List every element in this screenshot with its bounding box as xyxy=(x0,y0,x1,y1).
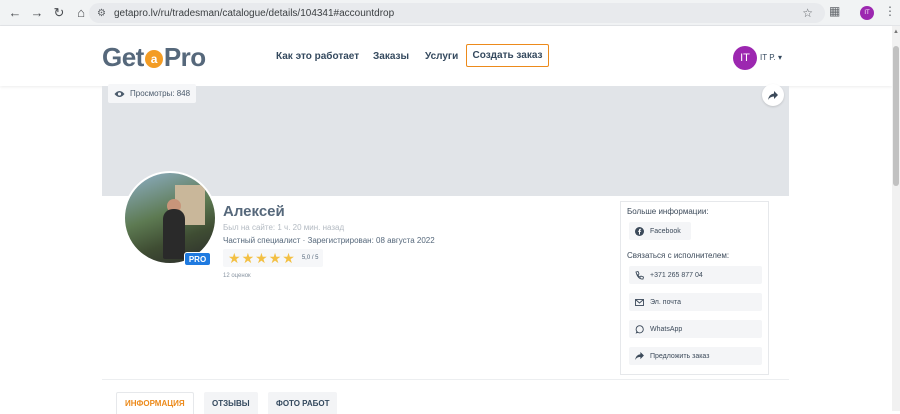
contact-heading: Связаться с исполнителем: xyxy=(627,251,730,260)
pro-badge: PRO xyxy=(184,252,211,266)
facebook-icon xyxy=(635,226,644,236)
scrollbar-thumb[interactable] xyxy=(893,46,899,186)
photo-person xyxy=(163,209,185,259)
back-icon[interactable]: ← xyxy=(4,2,26,24)
star-icon: ★ xyxy=(268,250,282,266)
logo-text-right: Pro xyxy=(163,42,206,72)
site-logo[interactable]: Get a Pro xyxy=(102,42,206,73)
nav-orders[interactable]: Заказы xyxy=(373,51,409,62)
forward-icon[interactable]: → xyxy=(26,2,48,24)
email-button[interactable]: Эл. почта xyxy=(629,293,762,311)
contact-panel: Больше информации: Facebook Связаться с … xyxy=(620,201,769,375)
user-menu-toggle[interactable]: IT P. ▾ xyxy=(760,53,782,62)
views-counter: Просмотры: 848 xyxy=(108,84,197,103)
whatsapp-label: WhatsApp xyxy=(650,325,683,333)
eye-icon xyxy=(114,90,125,97)
address-bar[interactable]: ⚙ getapro.lv/ru/tradesman/catalogue/deta… xyxy=(89,3,825,23)
cover-image xyxy=(102,86,789,196)
star-icon: ★ xyxy=(241,250,255,266)
whatsapp-icon xyxy=(635,324,644,334)
browser-profile-avatar[interactable]: IT xyxy=(860,6,874,20)
phone-icon xyxy=(635,270,644,280)
browser-toolbar: ← → ↻ ⌂ ⚙ getapro.lv/ru/tradesman/catalo… xyxy=(0,0,900,26)
star-icon: ★ xyxy=(255,250,268,266)
star-icon: ★ xyxy=(228,250,241,266)
logo-circle: a xyxy=(144,50,163,69)
whatsapp-button[interactable]: WhatsApp xyxy=(629,320,762,338)
extensions-icon[interactable]: ▦ xyxy=(829,4,840,18)
facebook-button[interactable]: Facebook xyxy=(629,222,691,240)
phone-label: +371 265 877 04 xyxy=(650,271,703,279)
page-scrollbar[interactable]: ▲ xyxy=(892,26,900,411)
views-text: Просмотры: 848 xyxy=(130,89,191,98)
facebook-label: Facebook xyxy=(650,227,681,235)
rating-box: ★ ★ ★ ★ ★ 5,0 / 5 xyxy=(223,249,323,267)
last-seen: Был на сайте: 1 ч. 20 мин. назад xyxy=(223,223,345,232)
profile-tabs: ИНФОРМАЦИЯ ОТЗЫВЫ ФОТО РАБОТ xyxy=(102,379,789,414)
site-header: Get a Pro Как это работает Заказы Услуги С… xyxy=(0,26,892,86)
offer-order-label: Предложить заказ xyxy=(650,352,710,360)
share-button[interactable] xyxy=(762,84,784,106)
site-info-icon[interactable]: ⚙ xyxy=(97,8,106,19)
bookmark-star-icon[interactable]: ☆ xyxy=(802,6,813,20)
more-info-heading: Больше информации: xyxy=(627,207,709,216)
create-order-button[interactable]: Создать заказ xyxy=(466,44,549,67)
nav-services[interactable]: Услуги xyxy=(425,51,458,62)
email-label: Эл. почта xyxy=(650,298,681,306)
share-arrow-icon xyxy=(635,352,644,361)
reload-icon[interactable]: ↻ xyxy=(48,2,70,24)
share-icon xyxy=(768,90,778,100)
profile-name: Алексей xyxy=(223,203,285,220)
nav-how-it-works[interactable]: Как это работает xyxy=(276,51,359,62)
profile-meta: Частный специалист · Зарегистрирован: 08… xyxy=(223,236,435,245)
rating-value: 5,0 / 5 xyxy=(301,255,319,261)
scroll-up-icon[interactable]: ▲ xyxy=(893,29,899,35)
reviews-count[interactable]: 12 оценок xyxy=(223,273,251,279)
profile-photo xyxy=(123,171,217,265)
url-text: getapro.lv/ru/tradesman/catalogue/detail… xyxy=(113,7,395,19)
envelope-icon xyxy=(635,298,644,307)
phone-button[interactable]: +371 265 877 04 xyxy=(629,266,762,284)
offer-order-button[interactable]: Предложить заказ xyxy=(629,347,762,365)
browser-menu-icon[interactable]: ⋮ xyxy=(884,4,896,18)
user-avatar[interactable]: IT xyxy=(733,46,757,70)
logo-text-left: Get xyxy=(102,42,144,72)
star-icon: ★ xyxy=(282,250,295,266)
